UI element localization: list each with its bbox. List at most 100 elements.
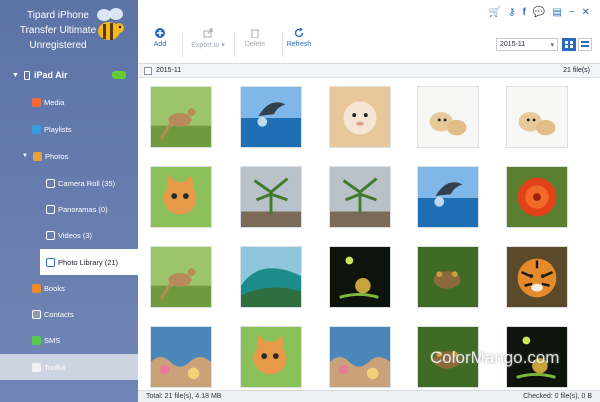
- toolbar: 🛒 ⚷ f 💬 ▤ − ✕ Add Export to ▾ Delete Ref…: [138, 0, 600, 64]
- tiger-photo: [507, 247, 567, 307]
- sidebar-item-label: Contacts: [44, 309, 74, 319]
- puppies-photo: [418, 87, 478, 147]
- expand-arrow-icon[interactable]: ▼: [12, 72, 19, 79]
- add-button[interactable]: Add: [135, 28, 185, 48]
- sidebar-item-media[interactable]: Media: [0, 89, 138, 115]
- snail-photo[interactable]: [329, 246, 391, 308]
- refresh-icon: [294, 28, 304, 38]
- sidebar: Tipard iPhone Transfer Ultimate Unregist…: [0, 0, 138, 402]
- coral-photo: [330, 327, 390, 387]
- facebook-icon[interactable]: f: [523, 7, 526, 18]
- delete-button[interactable]: Delete: [230, 28, 280, 48]
- sidebar-item-books[interactable]: Books: [0, 275, 138, 301]
- sidebar-device-ipad-air[interactable]: ▼ iPad Air: [0, 62, 138, 88]
- sidebar-item-panoramas[interactable]: Panoramas (0): [0, 196, 138, 222]
- toolkit-icon: [32, 362, 41, 372]
- kangaroo-photo[interactable]: [150, 246, 212, 308]
- list-view-icon: [581, 41, 589, 47]
- photo-library-icon: [46, 257, 55, 267]
- grid-view-icon: [565, 41, 573, 48]
- sidebar-item-contacts[interactable]: Contacts: [0, 301, 138, 327]
- app-title: Tipard iPhone Transfer Ultimate Unregist…: [18, 8, 98, 53]
- camera-icon: [46, 178, 55, 188]
- device-icon: [23, 70, 30, 80]
- hamster-photo[interactable]: [329, 86, 391, 148]
- chevron-down-icon: ▾: [219, 42, 225, 49]
- kangaroo-photo: [151, 87, 211, 147]
- wave-photo[interactable]: [240, 246, 302, 308]
- photo-grid: [138, 78, 600, 390]
- export-to-button[interactable]: Export to ▾: [182, 28, 234, 49]
- palm-plant-photo: [330, 167, 390, 227]
- chevron-down-icon: ▾: [550, 42, 554, 49]
- date-filter-value: 2015-11: [500, 41, 526, 48]
- sidebar-item-toolkit[interactable]: Toolkit: [0, 354, 138, 380]
- add-icon: [155, 28, 165, 38]
- palm-plant-photo: [241, 167, 301, 227]
- sidebar-item-label: Toolkit: [44, 362, 66, 372]
- red-flower-photo: [507, 167, 567, 227]
- message-icon: [32, 335, 41, 345]
- hamster-photo: [330, 87, 390, 147]
- menu-icon[interactable]: ▤: [552, 7, 561, 18]
- dolphin-photo: [241, 87, 301, 147]
- frog-photo[interactable]: [417, 246, 479, 308]
- refresh-label: Refresh: [286, 41, 312, 48]
- puppies-photo[interactable]: [506, 86, 568, 148]
- sidebar-item-label: Photos: [44, 151, 69, 161]
- sidebar-item-label: Photo Library (21): [58, 257, 119, 267]
- grid-view-button[interactable]: [562, 38, 576, 51]
- sidebar-item-photo-library[interactable]: Photo Library (21): [40, 249, 138, 275]
- sidebar-item-label: Videos (3): [58, 230, 93, 240]
- cat-photo: [241, 327, 301, 387]
- delete-label: Delete: [244, 41, 266, 48]
- trash-icon: [251, 29, 259, 38]
- status-total: Total: 21 file(s), 4.18 MB: [146, 393, 222, 400]
- add-label: Add: [153, 41, 167, 48]
- list-view-button[interactable]: [578, 38, 592, 51]
- kangaroo-photo[interactable]: [150, 86, 212, 148]
- sidebar-item-camera-roll[interactable]: Camera Roll (35): [0, 170, 138, 196]
- bee-logo-icon: [97, 8, 124, 40]
- registration-status: Unregistered: [29, 40, 87, 51]
- dolphin-photo[interactable]: [417, 166, 479, 228]
- puppies-photo[interactable]: [417, 86, 479, 148]
- select-all-checkbox[interactable]: [144, 67, 152, 75]
- chat-icon[interactable]: 💬: [533, 7, 545, 18]
- palm-plant-photo[interactable]: [329, 166, 391, 228]
- coral-photo: [151, 327, 211, 387]
- coral-photo[interactable]: [150, 326, 212, 388]
- sidebar-item-videos[interactable]: Videos (3): [0, 222, 138, 248]
- export-label: Export to: [191, 42, 220, 49]
- sidebar-item-playlists[interactable]: Playlists: [0, 116, 138, 142]
- coral-photo[interactable]: [329, 326, 391, 388]
- sidebar-item-label: Panoramas (0): [58, 204, 108, 214]
- frog-photo: [418, 247, 478, 307]
- tiger-photo[interactable]: [506, 246, 568, 308]
- sidebar-item-sms[interactable]: SMS: [0, 327, 138, 353]
- puppies-photo: [507, 87, 567, 147]
- device-name: iPad Air: [33, 70, 68, 80]
- app-title-line2: Transfer Ultimate: [19, 25, 97, 36]
- date-filter-select[interactable]: 2015-11 ▾: [496, 38, 558, 51]
- key-icon[interactable]: ⚷: [508, 7, 515, 18]
- watermark: ColorMango.com: [430, 348, 560, 367]
- cat-photo[interactable]: [150, 166, 212, 228]
- expand-arrow-icon[interactable]: ▼: [22, 153, 28, 159]
- cart-icon[interactable]: 🛒: [489, 7, 501, 18]
- dolphin-photo[interactable]: [240, 86, 302, 148]
- group-header: 2015-11 21 file(s): [138, 64, 600, 78]
- sidebar-item-label: Camera Roll (35): [58, 178, 116, 188]
- sidebar-item-label: SMS: [44, 335, 61, 345]
- refresh-button[interactable]: Refresh: [274, 28, 324, 48]
- minimize-icon[interactable]: −: [569, 7, 575, 18]
- app-title-line1: Tipard iPhone: [27, 10, 89, 21]
- snail-photo: [330, 247, 390, 307]
- cat-photo[interactable]: [240, 326, 302, 388]
- close-icon[interactable]: ✕: [582, 7, 590, 18]
- sidebar-item-label: Playlists: [44, 124, 72, 134]
- sidebar-item-photos[interactable]: ▼ Photos: [0, 143, 138, 169]
- export-icon: [203, 28, 213, 38]
- red-flower-photo[interactable]: [506, 166, 568, 228]
- palm-plant-photo[interactable]: [240, 166, 302, 228]
